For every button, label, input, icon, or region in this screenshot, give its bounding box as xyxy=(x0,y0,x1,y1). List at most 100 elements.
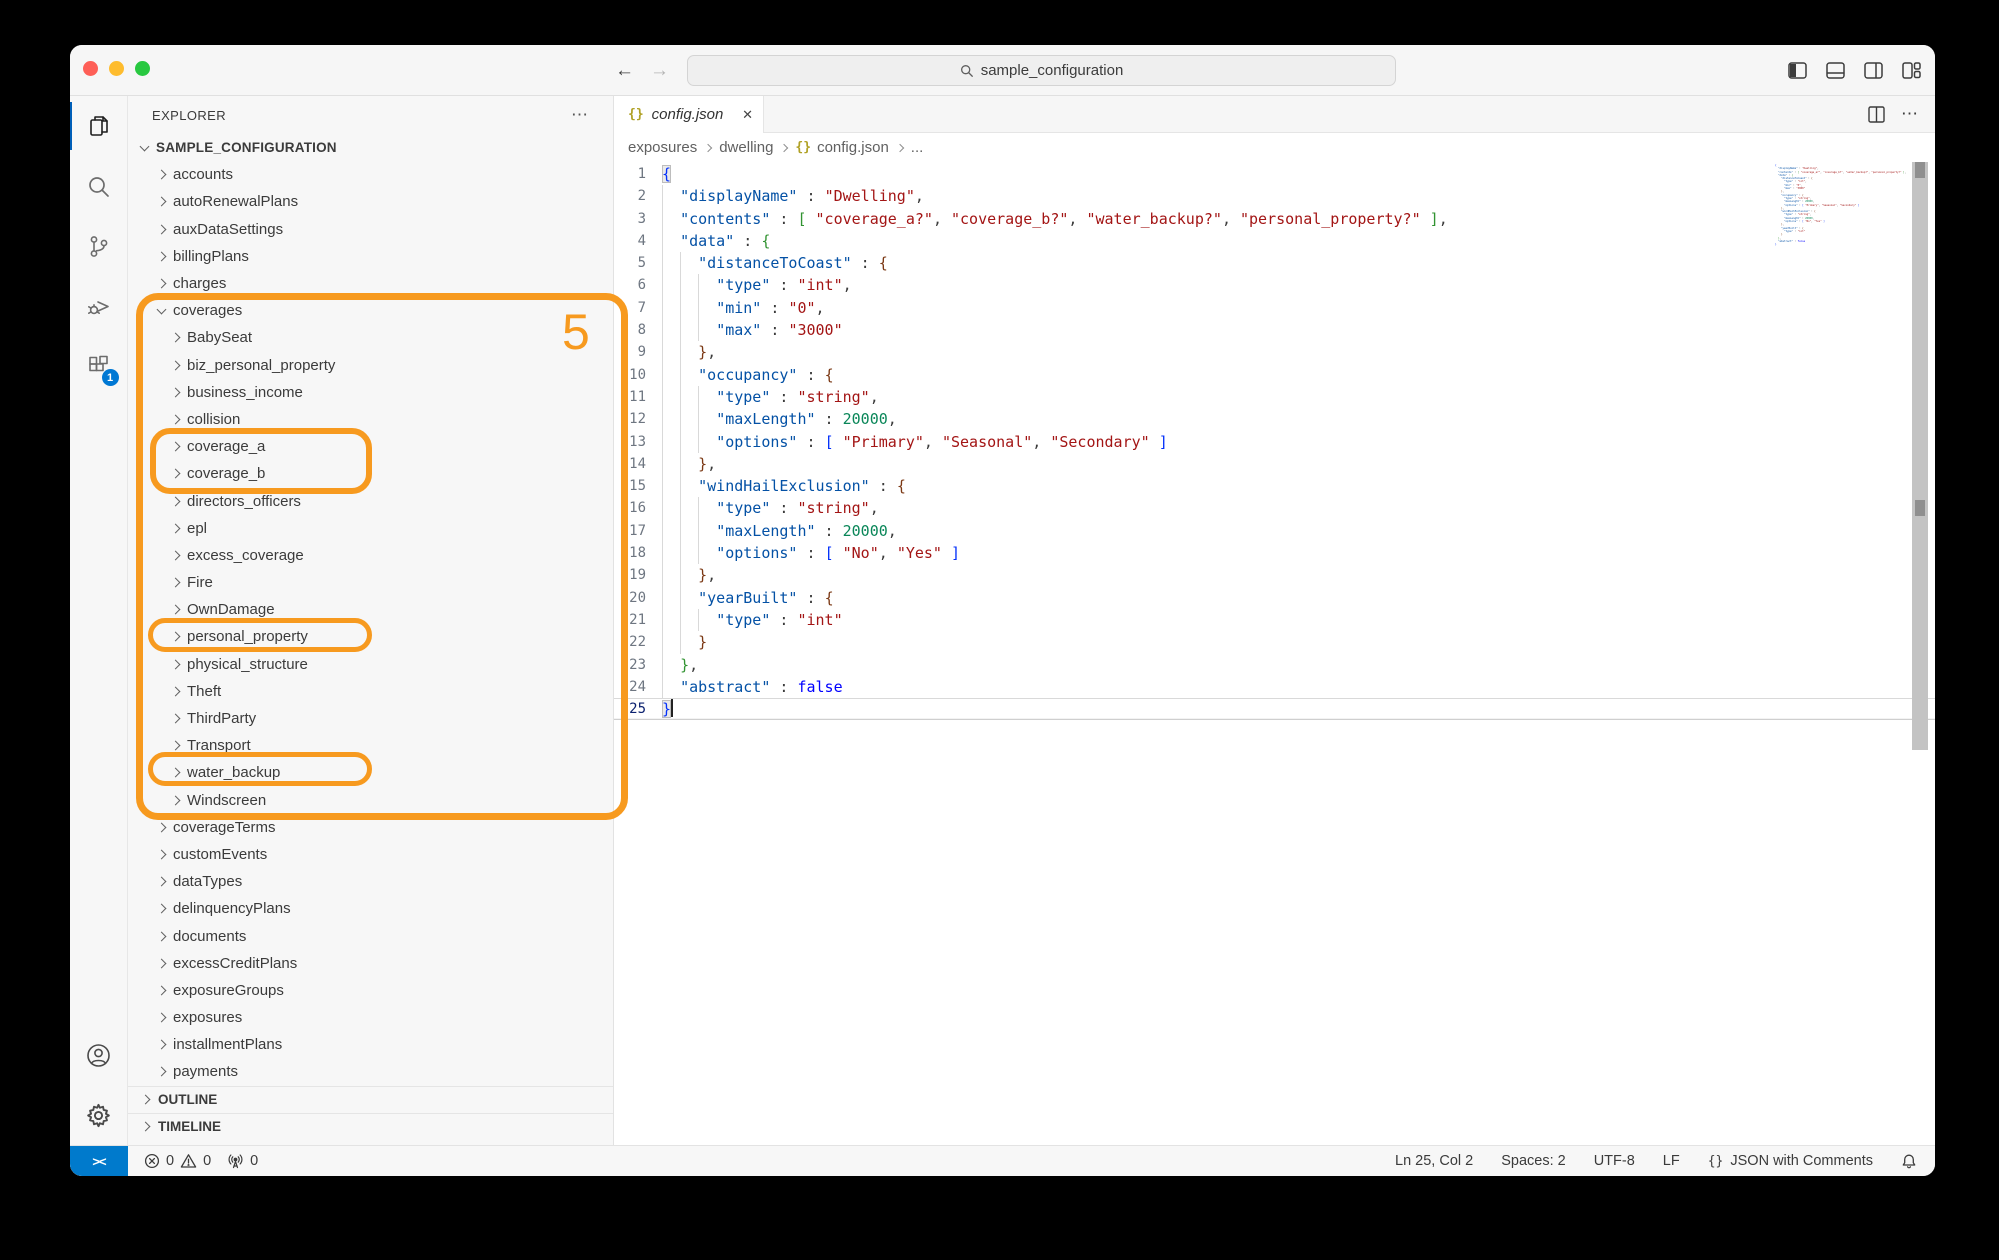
tree-item-SAMPLE_CONFIGURATION[interactable]: SAMPLE_CONFIGURATION xyxy=(128,134,613,161)
extensions-badge: 1 xyxy=(101,369,119,386)
traffic-lights xyxy=(83,61,150,76)
notifications-bell-icon[interactable] xyxy=(1901,1153,1917,1170)
tree-item-exposureGroups[interactable]: exposureGroups xyxy=(128,977,613,1004)
tree-item-excess_coverage[interactable]: excess_coverage xyxy=(128,542,613,569)
tree-item-accounts[interactable]: accounts xyxy=(128,161,613,188)
chevron-right-icon xyxy=(703,143,713,152)
toggle-panel-icon[interactable] xyxy=(1826,62,1845,79)
tree-item-auxDataSettings[interactable]: auxDataSettings xyxy=(128,216,613,243)
toggle-secondary-sidebar-icon[interactable] xyxy=(1864,62,1883,79)
chevron-right-icon xyxy=(156,1039,167,1050)
tree-item-label: delinquencyPlans xyxy=(173,900,291,918)
cursor-position[interactable]: Ln 25, Col 2 xyxy=(1395,1153,1473,1169)
tree-item-coverageTerms[interactable]: coverageTerms xyxy=(128,814,613,841)
tree-item-epl[interactable]: epl xyxy=(128,515,613,542)
tree-item-coverage_b[interactable]: coverage_b xyxy=(128,460,613,487)
explorer-more-actions-icon[interactable]: ⋯ xyxy=(571,105,589,125)
editor-more-actions-icon[interactable]: ⋯ xyxy=(1901,104,1919,124)
close-tab-icon[interactable]: ✕ xyxy=(742,107,753,123)
titlebar: ← → sample_configuration xyxy=(70,45,1935,96)
encoding[interactable]: UTF-8 xyxy=(1594,1153,1635,1169)
minimize-window-button[interactable] xyxy=(109,61,124,76)
tree-item-coverage_a[interactable]: coverage_a xyxy=(128,433,613,460)
indentation[interactable]: Spaces: 2 xyxy=(1501,1153,1566,1169)
chevron-right-icon xyxy=(156,1012,167,1023)
customize-layout-icon[interactable] xyxy=(1902,62,1921,79)
json-file-icon: {} xyxy=(795,140,812,155)
tab-label: config.json xyxy=(651,106,724,123)
accounts-button[interactable] xyxy=(70,1025,128,1085)
line-number: 7 xyxy=(637,299,646,316)
tree-item-collision[interactable]: collision xyxy=(128,406,613,433)
command-center-search[interactable]: sample_configuration xyxy=(687,55,1396,86)
code-line-16: 16 "type" : "string", xyxy=(614,497,1935,520)
tree-item-Fire[interactable]: Fire xyxy=(128,569,613,596)
tree-item-directors_officers[interactable]: directors_officers xyxy=(128,487,613,514)
breadcrumb-item[interactable]: dwelling xyxy=(719,139,773,156)
tree-item-BabySeat[interactable]: BabySeat xyxy=(128,324,613,351)
tree-item-delinquencyPlans[interactable]: delinquencyPlans xyxy=(128,895,613,922)
tree-item-label: ThirdParty xyxy=(187,710,257,728)
chevron-right-icon xyxy=(170,632,181,642)
tree-item-Theft[interactable]: Theft xyxy=(128,678,613,705)
chevron-right-icon xyxy=(170,550,181,561)
zoom-window-button[interactable] xyxy=(135,61,150,76)
tree-item-biz_personal_property[interactable]: biz_personal_property xyxy=(128,352,613,379)
code-line-19: 19 }, xyxy=(614,564,1935,587)
timeline-label: TIMELINE xyxy=(158,1119,221,1135)
tree-item-business_income[interactable]: business_income xyxy=(128,379,613,406)
run-debug-activity-button[interactable] xyxy=(70,276,128,336)
forward-arrow-icon[interactable]: → xyxy=(650,60,669,82)
remote-indicator[interactable]: >< xyxy=(70,1146,128,1176)
code-editor[interactable]: 1{2 "displayName" : "Dwelling", 3 "conten… xyxy=(614,162,1935,1145)
tree-item-label: installmentPlans xyxy=(173,1036,283,1054)
code-line-10: 10 "occupancy" : { xyxy=(614,363,1935,386)
language-mode[interactable]: {} JSON with Comments xyxy=(1708,1153,1873,1169)
tree-item-autoRenewalPlans[interactable]: autoRenewalPlans xyxy=(128,188,613,215)
tree-item-billingPlans[interactable]: billingPlans xyxy=(128,243,613,270)
problems-indicator[interactable]: 0 0 xyxy=(144,1153,211,1169)
tree-item-OwnDamage[interactable]: OwnDamage xyxy=(128,596,613,623)
settings-button[interactable] xyxy=(70,1085,128,1145)
error-count: 0 xyxy=(166,1153,175,1169)
tree-item-customEvents[interactable]: customEvents xyxy=(128,841,613,868)
code-line-7: 7 "min" : "0", xyxy=(614,296,1935,320)
tree-item-physical_structure[interactable]: physical_structure xyxy=(128,651,613,678)
editor-scrollbar[interactable] xyxy=(1912,162,1928,750)
tree-item-Windscreen[interactable]: Windscreen xyxy=(128,787,613,814)
explorer-activity-button[interactable] xyxy=(70,96,128,156)
tree-item-payments[interactable]: payments xyxy=(128,1058,613,1085)
line-number: 11 xyxy=(629,388,646,405)
tree-item-ThirdParty[interactable]: ThirdParty xyxy=(128,705,613,732)
tree-item-Transport[interactable]: Transport xyxy=(128,732,613,759)
back-arrow-icon[interactable]: ← xyxy=(615,60,634,82)
line-number: 2 xyxy=(637,188,646,205)
tree-item-installmentPlans[interactable]: installmentPlans xyxy=(128,1031,613,1058)
extensions-activity-button[interactable]: 1 xyxy=(70,336,128,396)
chevron-right-icon xyxy=(170,604,181,615)
breadcrumb-item[interactable]: exposures xyxy=(628,139,697,156)
source-control-activity-button[interactable] xyxy=(70,216,128,276)
split-editor-icon[interactable] xyxy=(1868,105,1885,123)
ports-indicator[interactable]: 0 xyxy=(227,1153,258,1169)
tree-item-excessCreditPlans[interactable]: excessCreditPlans xyxy=(128,950,613,977)
breadcrumb-item[interactable]: {} config.json xyxy=(795,139,888,156)
timeline-section-header[interactable]: TIMELINE xyxy=(128,1112,613,1140)
tree-item-charges[interactable]: charges xyxy=(128,270,613,297)
line-number: 16 xyxy=(629,500,646,517)
code-line-4: 4 "data" : { xyxy=(614,229,1935,253)
minimap[interactable]: { "displayName" : "Dwelling", "contents"… xyxy=(1775,164,1907,246)
tree-item-exposures[interactable]: exposures xyxy=(128,1004,613,1031)
tree-item-dataTypes[interactable]: dataTypes xyxy=(128,868,613,895)
outline-section-header[interactable]: OUTLINE xyxy=(128,1085,613,1113)
breadcrumb-item[interactable]: ... xyxy=(911,139,924,156)
tree-item-personal_property[interactable]: personal_property xyxy=(128,623,613,650)
tree-item-coverages[interactable]: coverages xyxy=(128,297,613,324)
search-activity-button[interactable] xyxy=(70,156,128,216)
toggle-primary-sidebar-icon[interactable] xyxy=(1788,62,1807,79)
tree-item-documents[interactable]: documents xyxy=(128,922,613,949)
tree-item-water_backup[interactable]: water_backup xyxy=(128,759,613,786)
eol-sequence[interactable]: LF xyxy=(1663,1153,1680,1169)
tab-config-json[interactable]: {} config.json ✕ xyxy=(614,96,764,133)
close-window-button[interactable] xyxy=(83,61,98,76)
